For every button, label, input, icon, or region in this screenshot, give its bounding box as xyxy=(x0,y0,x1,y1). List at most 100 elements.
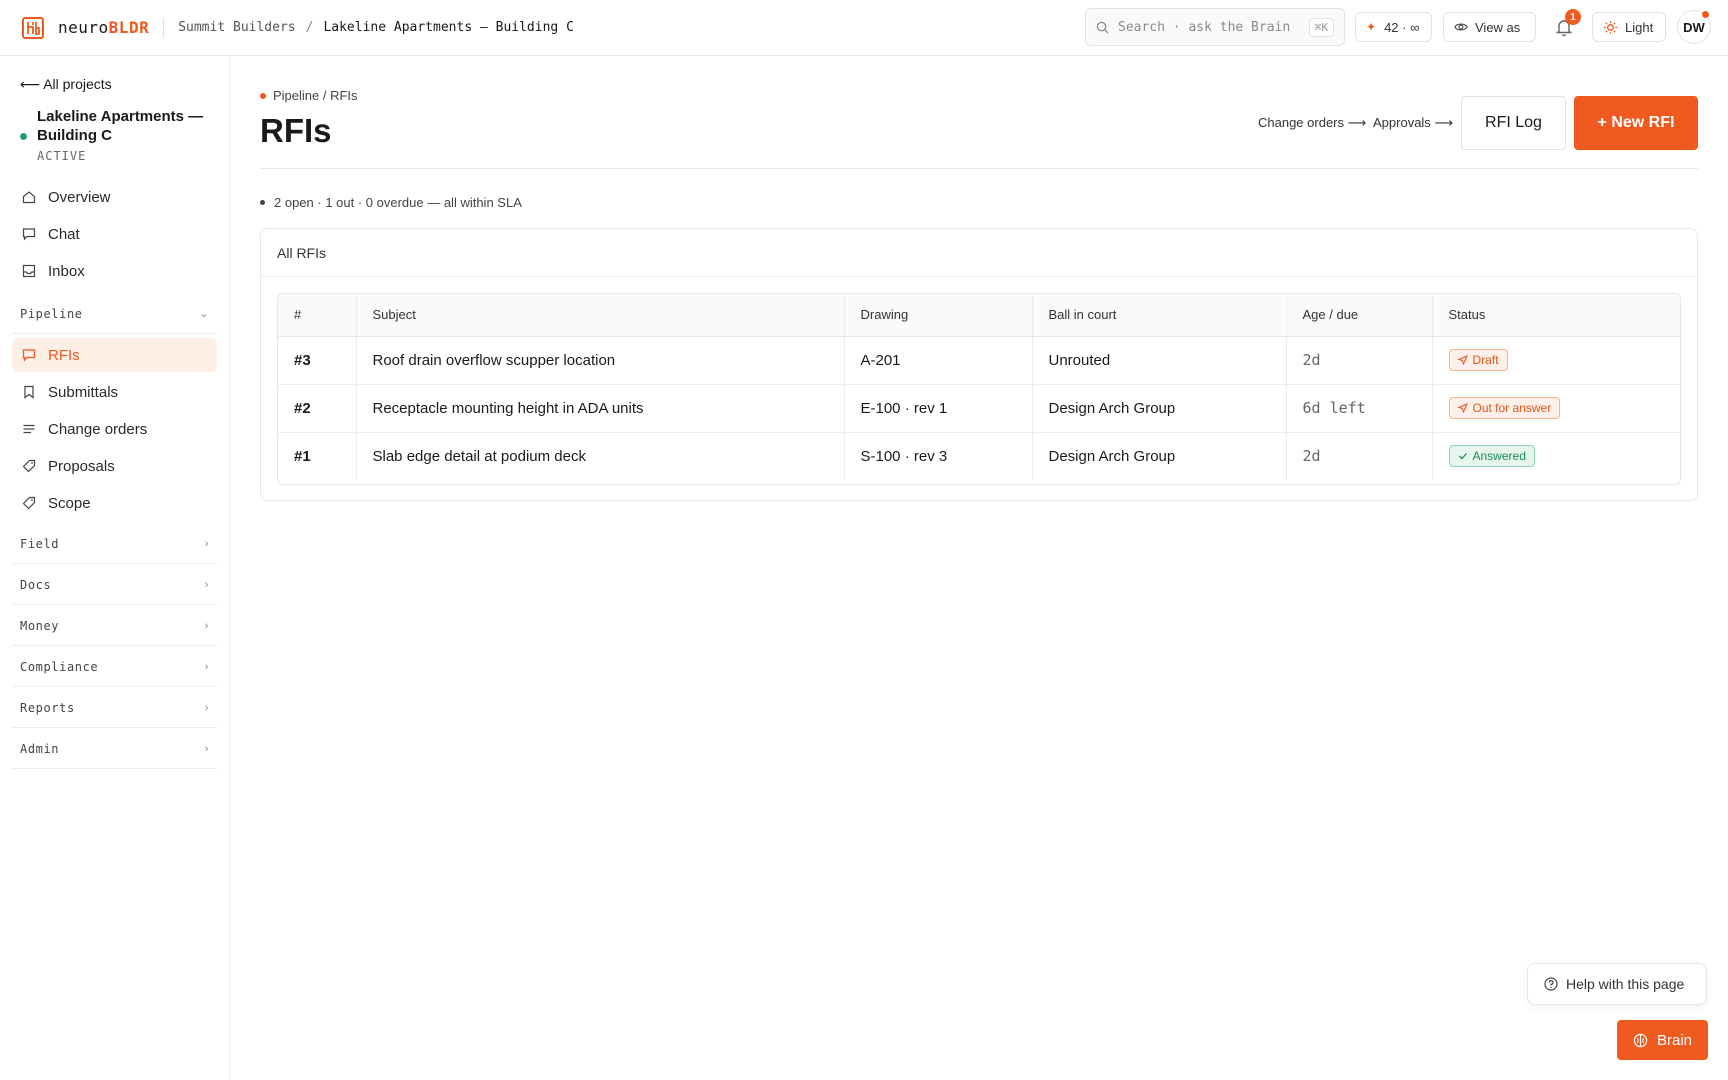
divider xyxy=(163,17,165,38)
rfi-card: All RFIs # Subject Drawing Ball in court… xyxy=(260,228,1698,501)
sidebar: ⟵ All projects Lakeline Apartments — Bui… xyxy=(0,56,230,1080)
section-money[interactable]: Money › xyxy=(12,606,217,646)
chevron-right-icon: › xyxy=(204,701,209,714)
rfi-table: # Subject Drawing Ball in court Age / du… xyxy=(277,293,1681,485)
tag-icon xyxy=(22,459,36,473)
approvals-link[interactable]: Approvals ⟶ xyxy=(1373,115,1453,131)
change-orders-link[interactable]: Change orders ⟶ xyxy=(1258,115,1366,131)
table-row[interactable]: #1 Slab edge detail at podium deck S-100… xyxy=(278,432,1680,480)
table-header-row: # Subject Drawing Ball in court Age / du… xyxy=(278,294,1680,337)
chevron-right-icon: › xyxy=(204,660,209,673)
section-compliance[interactable]: Compliance › xyxy=(12,647,217,687)
notification-badge: 1 xyxy=(1565,9,1581,25)
inbox-icon xyxy=(22,264,36,278)
summary-text: 2 open · 1 out · 0 overdue — all within … xyxy=(274,195,522,210)
column-header[interactable]: Subject xyxy=(356,294,845,337)
sidebar-item-rfis[interactable]: RFIs xyxy=(12,338,217,372)
column-header[interactable]: Age / due xyxy=(1286,294,1433,337)
breadcrumb-text[interactable]: Pipeline / RFIs xyxy=(273,88,358,103)
sidebar-item-label: Inbox xyxy=(48,262,85,280)
section-docs[interactable]: Docs › xyxy=(12,565,217,605)
sidebar-item-submittals[interactable]: Submittals xyxy=(12,375,217,409)
sidebar-item-label: Overview xyxy=(48,188,111,206)
section-label: Admin xyxy=(20,741,60,756)
brain-button[interactable]: Brain xyxy=(1617,1020,1708,1060)
rfi-ball-in-court: Unrouted xyxy=(1032,336,1287,385)
section-admin[interactable]: Admin › xyxy=(12,729,217,769)
rfi-number[interactable]: #3 xyxy=(278,336,357,385)
sidebar-item-label: Submittals xyxy=(48,383,119,401)
theme-label: Light xyxy=(1625,19,1654,35)
rfi-age: 6d left xyxy=(1286,384,1433,433)
credits-value: 42 · ∞ xyxy=(1384,19,1420,35)
help-button[interactable]: Help with this page xyxy=(1527,963,1707,1005)
credits-chip[interactable]: ✦ 42 · ∞ xyxy=(1355,12,1432,42)
column-header[interactable]: Drawing xyxy=(844,294,1033,337)
new-rfi-button[interactable]: + New RFI xyxy=(1574,96,1698,150)
status-badge: Out for answer xyxy=(1448,397,1561,419)
chevron-right-icon: › xyxy=(204,742,209,755)
search-input[interactable]: Search · ask the Brain ⌘K xyxy=(1085,8,1345,46)
sidebar-item-chat[interactable]: Chat xyxy=(12,217,217,251)
search-icon xyxy=(1096,21,1109,34)
theme-toggle[interactable]: Light xyxy=(1592,12,1666,42)
breadcrumb-separator: / xyxy=(305,20,314,35)
chat-icon xyxy=(22,228,36,241)
breadcrumb-org[interactable]: Summit Builders xyxy=(178,20,295,35)
sidebar-item-proposals[interactable]: Proposals xyxy=(12,449,217,483)
view-as-button[interactable]: View as xyxy=(1443,12,1536,42)
section-reports[interactable]: Reports › xyxy=(12,688,217,728)
brain-label: Brain xyxy=(1656,1031,1693,1049)
section-label: Field xyxy=(20,536,60,551)
brand-name: neuroBLDR xyxy=(58,18,150,37)
page-breadcrumb: Pipeline / RFIs xyxy=(260,88,358,103)
rfi-number[interactable]: #2 xyxy=(278,384,357,433)
column-header[interactable]: # xyxy=(278,294,357,337)
chevron-right-icon: › xyxy=(204,619,209,632)
rfi-ball-in-court: Design Arch Group xyxy=(1032,432,1287,480)
eye-icon xyxy=(1454,23,1468,31)
all-projects-link[interactable]: ⟵ All projects xyxy=(20,76,112,93)
rfi-drawing: A-201 xyxy=(844,336,1033,385)
rfi-status-cell: Answered xyxy=(1432,432,1680,480)
section-field[interactable]: Field › xyxy=(12,524,217,564)
rfi-status-cell: Out for answer xyxy=(1432,384,1680,433)
status-badge: Draft xyxy=(1448,349,1508,371)
status-label: Draft xyxy=(1472,353,1499,367)
main-content: Pipeline / RFIs RFIs Change orders ⟶ App… xyxy=(230,56,1728,1080)
card-title: All RFIs xyxy=(261,229,1697,277)
rfi-subject[interactable]: Slab edge detail at podium deck xyxy=(356,432,845,480)
help-icon xyxy=(1544,977,1558,991)
rfi-summary: 2 open · 1 out · 0 overdue — all within … xyxy=(260,195,522,210)
sparkle-icon: ✦ xyxy=(1366,20,1377,34)
brain-icon xyxy=(1633,1033,1648,1047)
table-row[interactable]: #3 Roof drain overflow scupper location … xyxy=(278,336,1680,385)
rfi-drawing: E-100 · rev 1 xyxy=(844,384,1033,433)
sidebar-item-overview[interactable]: Overview xyxy=(12,180,217,214)
breadcrumb-dot xyxy=(260,92,266,99)
section-label: Compliance xyxy=(20,659,99,674)
section-pipeline[interactable]: Pipeline ⌄ xyxy=(12,294,217,334)
sidebar-item-inbox[interactable]: Inbox xyxy=(12,254,217,288)
sidebar-item-label: Chat xyxy=(48,225,80,243)
rfi-subject[interactable]: Receptacle mounting height in ADA units xyxy=(356,384,845,433)
table-row[interactable]: #2 Receptacle mounting height in ADA uni… xyxy=(278,384,1680,433)
sidebar-item-label: RFIs xyxy=(48,346,80,364)
sidebar-item-change-orders[interactable]: Change orders xyxy=(12,412,217,446)
tag-icon xyxy=(22,496,36,510)
chevron-down-icon: ⌄ xyxy=(199,308,209,320)
rfi-log-button[interactable]: RFI Log xyxy=(1461,96,1566,150)
rfi-subject[interactable]: Roof drain overflow scupper location xyxy=(356,336,845,385)
status-badge: Answered xyxy=(1448,445,1535,468)
sidebar-item-scope[interactable]: Scope xyxy=(12,486,217,520)
column-header[interactable]: Ball in court xyxy=(1032,294,1287,337)
sidebar-item-label: Change orders xyxy=(48,420,148,438)
column-header[interactable]: Status xyxy=(1432,294,1680,337)
bookmark-icon xyxy=(24,385,34,399)
section-label: Pipeline xyxy=(20,306,83,321)
rfi-number[interactable]: #1 xyxy=(278,432,357,480)
page-title: RFIs xyxy=(260,112,332,149)
breadcrumb-project[interactable]: Lakeline Apartments — Building C xyxy=(323,20,573,35)
brand[interactable]: neuroBLDR xyxy=(0,16,150,39)
brand-logo-icon xyxy=(22,16,44,39)
